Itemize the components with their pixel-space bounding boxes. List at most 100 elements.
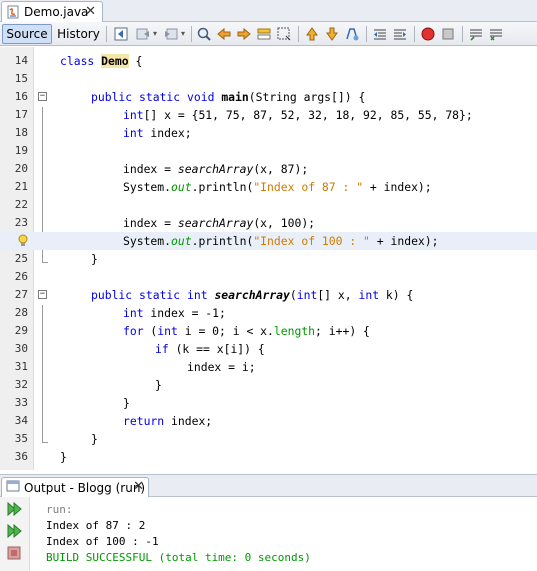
find-icon[interactable] bbox=[196, 26, 212, 42]
uncomment-icon[interactable] bbox=[488, 26, 504, 42]
line-number: 15 bbox=[14, 72, 28, 85]
keyword: int bbox=[123, 126, 144, 140]
class-name: Demo bbox=[101, 54, 129, 68]
stop-macro-icon[interactable] bbox=[440, 26, 456, 42]
code-line: 32 } bbox=[0, 376, 537, 394]
back-icon[interactable] bbox=[135, 26, 151, 42]
code-line: 28 int index = -1; bbox=[0, 304, 537, 322]
line-number: 22 bbox=[14, 198, 28, 211]
code-text: index = searchArray(x, 100); bbox=[123, 214, 315, 232]
code-text: } bbox=[91, 252, 98, 266]
previous-bookmark-icon[interactable] bbox=[304, 26, 320, 42]
keyword: int bbox=[157, 324, 178, 338]
output-toolbar bbox=[0, 497, 30, 571]
tab-output[interactable]: Output - Blogg (run) ✕ bbox=[1, 477, 149, 497]
code-line: 20 index = searchArray(x, 87); bbox=[0, 160, 537, 178]
rerun-with-options-icon[interactable] bbox=[6, 523, 22, 539]
fold-toggle-icon[interactable]: − bbox=[38, 290, 47, 299]
last-edit-icon[interactable] bbox=[113, 26, 129, 42]
rerun-icon[interactable] bbox=[6, 501, 22, 517]
code-text: System. bbox=[123, 180, 172, 194]
line-number: 20 bbox=[14, 162, 28, 175]
code-text: System.out.println("Index of 87 : " + in… bbox=[123, 178, 432, 196]
code-text: (x, 87); bbox=[253, 162, 309, 176]
code-text: + index); bbox=[363, 180, 432, 194]
string-literal: "Index of 87 : " bbox=[253, 180, 364, 194]
code-line: 22 bbox=[0, 196, 537, 214]
code-text: int index = -1; bbox=[123, 304, 226, 322]
field: out bbox=[171, 234, 192, 248]
code-text: return index; bbox=[123, 412, 212, 430]
output-line: Index of 87 : 2 bbox=[46, 519, 146, 532]
fold-toggle-icon[interactable]: − bbox=[38, 92, 47, 101]
shift-right-icon[interactable] bbox=[392, 26, 408, 42]
toggle-bookmark-icon[interactable] bbox=[344, 26, 360, 42]
code-line: 33 } bbox=[0, 394, 537, 412]
close-icon[interactable]: ✕ bbox=[85, 4, 96, 19]
toolbar-separator bbox=[298, 26, 299, 42]
history-tab-button[interactable]: History bbox=[56, 24, 101, 44]
output-tab-strip: Output - Blogg (run) ✕ bbox=[0, 475, 537, 497]
line-number: 23 bbox=[14, 216, 28, 229]
code-text: { bbox=[128, 54, 143, 68]
source-tab-button[interactable]: Source bbox=[2, 24, 52, 44]
code-line: 31 index = i; bbox=[0, 358, 537, 376]
output-line: run: bbox=[46, 503, 73, 516]
lightbulb-hint-icon[interactable] bbox=[18, 234, 28, 248]
rectangular-selection-icon[interactable] bbox=[276, 26, 292, 42]
comment-icon[interactable] bbox=[468, 26, 484, 42]
output-window: Output - Blogg (run) ✕ run: Index of 87 … bbox=[0, 474, 537, 571]
line-number: 32 bbox=[14, 378, 28, 391]
toolbar-separator bbox=[191, 26, 192, 42]
code-editor[interactable]: 14 class Demo { 15 16 − public static vo… bbox=[0, 47, 537, 470]
toolbar-separator bbox=[366, 26, 367, 42]
next-bookmark-icon[interactable] bbox=[324, 26, 340, 42]
find-next-icon[interactable] bbox=[236, 26, 252, 42]
java-file-icon bbox=[6, 5, 20, 19]
toolbar-separator bbox=[462, 26, 463, 42]
line-number: 28 bbox=[14, 306, 28, 319]
stop-icon[interactable] bbox=[6, 545, 22, 561]
code-line: 17 int[] x = {51, 75, 87, 52, 32, 18, 92… bbox=[0, 106, 537, 124]
keyword: if bbox=[155, 342, 169, 356]
code-text: } bbox=[60, 450, 67, 464]
toggle-highlight-icon[interactable] bbox=[256, 26, 272, 42]
forward-icon[interactable] bbox=[163, 26, 179, 42]
code-text: int[] x = {51, 75, 87, 52, 32, 18, 92, 8… bbox=[123, 106, 473, 124]
keyword: public static int bbox=[91, 288, 208, 302]
code-text: k) { bbox=[379, 288, 414, 302]
chevron-down-icon[interactable]: ▾ bbox=[179, 26, 187, 42]
code-text: class Demo { bbox=[60, 52, 142, 70]
code-text: } bbox=[91, 432, 98, 446]
tab-demo-java[interactable]: Demo.java ✕ bbox=[1, 1, 103, 22]
chevron-down-icon[interactable]: ▾ bbox=[151, 26, 159, 42]
code-text: for (int i = 0; i < x.length; i++) { bbox=[123, 322, 370, 340]
code-text: public static void main(String args[]) { bbox=[91, 88, 365, 106]
code-text: int index; bbox=[123, 124, 192, 142]
tab-label: Demo.java bbox=[24, 5, 89, 19]
code-text: public static int searchArray(int[] x, i… bbox=[91, 286, 413, 304]
toolbar-separator bbox=[106, 26, 107, 42]
code-line: 14 class Demo { bbox=[0, 52, 537, 70]
output-window-icon bbox=[6, 479, 20, 496]
find-previous-icon[interactable] bbox=[216, 26, 232, 42]
line-number: 26 bbox=[14, 270, 28, 283]
code-line-current: 24 System.out.println("Index of 100 : " … bbox=[0, 232, 537, 250]
line-number: 17 bbox=[14, 108, 28, 121]
line-number: 19 bbox=[14, 144, 28, 157]
keyword: class bbox=[60, 54, 95, 68]
code-line: 15 bbox=[0, 70, 537, 88]
start-macro-icon[interactable] bbox=[420, 26, 436, 42]
code-text: index; bbox=[164, 414, 213, 428]
toolbar-separator bbox=[414, 26, 415, 42]
code-text: System.out.println("Index of 100 : " + i… bbox=[123, 232, 439, 250]
code-text: index = i; bbox=[187, 360, 256, 374]
line-number: 31 bbox=[14, 360, 28, 373]
string-literal: "Index of 100 : " bbox=[253, 234, 370, 248]
code-text: ( bbox=[289, 288, 297, 302]
keyword: int bbox=[123, 108, 144, 122]
close-icon[interactable]: ✕ bbox=[133, 479, 144, 494]
code-line: 29 for (int i = 0; i < x.length; i++) { bbox=[0, 322, 537, 340]
shift-left-icon[interactable] bbox=[372, 26, 388, 42]
keyword: int bbox=[123, 306, 144, 320]
